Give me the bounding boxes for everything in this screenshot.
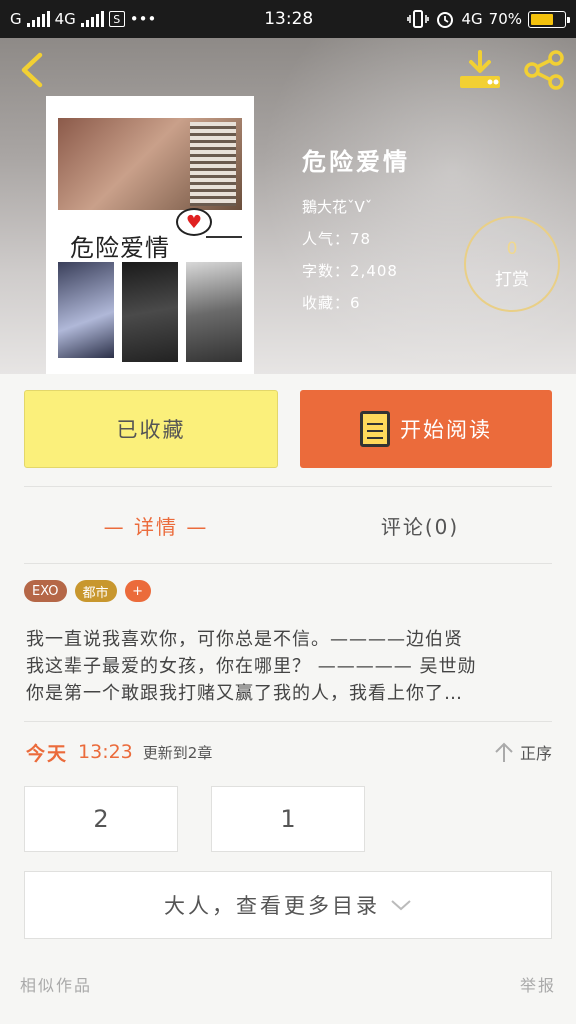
tab-details[interactable]: — 详情 — xyxy=(24,488,288,562)
description-line: 我这辈子最爱的女孩，你在哪里？ ————— 吴世勋 xyxy=(26,656,477,677)
start-reading-button[interactable]: 开始阅读 xyxy=(300,390,552,468)
chapter-button[interactable]: 1 xyxy=(211,786,365,852)
book-title: 危险爱情 xyxy=(302,148,410,176)
popularity-row: 人气：78 xyxy=(302,223,410,255)
network-label: 4G xyxy=(54,10,76,28)
divider xyxy=(24,721,552,722)
popularity-value: 78 xyxy=(350,230,372,248)
tab-bar: — 详情 — 评论(0) xyxy=(24,488,552,562)
sort-label: 正序 xyxy=(519,744,552,763)
chevron-left-icon xyxy=(21,52,43,88)
start-reading-label: 开始阅读 xyxy=(400,418,492,442)
word-count-row: 字数：2,408 xyxy=(302,255,410,287)
download-button[interactable] xyxy=(458,50,502,90)
more-notifications-icon: ••• xyxy=(129,10,157,28)
tip-count: 0 xyxy=(506,238,518,259)
description-line: 你是第一个敢跟我打赌又赢了我的人，我看上你了… xyxy=(26,683,463,704)
favorites-row: 收藏：6 xyxy=(302,287,410,319)
status-right: 4G 70% xyxy=(407,9,570,29)
chevron-down-icon xyxy=(391,900,411,911)
tag-list: EXO 都市 + xyxy=(24,580,151,602)
battery-icon xyxy=(528,10,570,28)
battery-fill xyxy=(531,13,554,25)
cover-photo-1 xyxy=(58,262,114,358)
share-icon xyxy=(524,50,564,90)
vibrate-icon xyxy=(407,10,430,28)
book-header: ♥ 危险爱情 危险爱情 鵝大花ˇVˇ 人气：78 字数：2,408 收藏：6 0… xyxy=(0,38,576,374)
update-day: 今天 xyxy=(26,742,69,765)
add-tag-button[interactable]: + xyxy=(124,580,151,602)
report-button[interactable]: 举报 xyxy=(520,972,556,996)
tip-label: 打赏 xyxy=(495,269,529,290)
download-icon xyxy=(460,50,500,88)
tip-button[interactable]: 0 打赏 xyxy=(464,216,560,312)
share-button[interactable] xyxy=(522,50,566,90)
signal-icon-2 xyxy=(80,10,104,27)
book-icon xyxy=(360,411,390,447)
cover-photo xyxy=(58,118,242,210)
favorited-button[interactable]: 已收藏 xyxy=(24,390,278,468)
update-row: 今天 13:23 更新到2章 正序 xyxy=(26,736,552,768)
update-time: 13:23 xyxy=(78,741,133,763)
signal-icon xyxy=(26,10,50,27)
update-text: 更新到2章 xyxy=(142,743,213,762)
back-button[interactable] xyxy=(14,52,50,88)
book-cover[interactable]: ♥ 危险爱情 xyxy=(46,96,254,374)
favorites-label: 收藏： xyxy=(302,294,351,312)
arrow-up-icon xyxy=(495,742,513,762)
popularity-label: 人气： xyxy=(302,230,351,248)
more-chapters-label: 大人，查看更多目录 xyxy=(164,894,380,918)
status-bar: G 4G S ••• 13:28 4G 70% xyxy=(0,0,576,38)
status-time: 13:28 xyxy=(264,9,314,29)
tag-city[interactable]: 都市 xyxy=(74,580,117,602)
cover-title: 危险爱情 xyxy=(70,234,170,262)
words-value: 2,408 xyxy=(350,262,398,280)
favorites-value: 6 xyxy=(350,294,361,312)
heart-icon: ♥ xyxy=(176,208,212,236)
more-chapters-button[interactable]: 大人，查看更多目录 xyxy=(24,871,552,939)
favorited-label: 已收藏 xyxy=(116,418,186,442)
book-author[interactable]: 鵝大花ˇVˇ xyxy=(302,191,410,223)
carrier-label: G xyxy=(10,10,22,28)
chapter-button[interactable]: 2 xyxy=(24,786,178,852)
cover-photo-3 xyxy=(186,262,242,362)
s-notification-icon: S xyxy=(108,11,125,27)
tab-comments[interactable]: 评论(0) xyxy=(288,488,552,562)
network-label-2: 4G xyxy=(461,10,483,28)
cover-photo-2 xyxy=(122,262,178,362)
battery-percent: 70% xyxy=(488,10,522,28)
description-line: 我一直说我喜欢你，可你总是不信。————边伯贤 xyxy=(26,629,463,650)
divider xyxy=(24,563,552,564)
book-info: 危险爱情 鵝大花ˇVˇ 人气：78 字数：2,408 收藏：6 xyxy=(302,142,410,319)
divider xyxy=(24,486,552,487)
similar-works-label[interactable]: 相似作品 xyxy=(20,972,92,996)
words-label: 字数： xyxy=(302,262,351,280)
tag-exo[interactable]: EXO xyxy=(24,580,67,602)
book-description[interactable]: 我一直说我喜欢你，可你总是不信。————边伯贤 我这辈子最爱的女孩，你在哪里？ … xyxy=(26,626,552,707)
alarm-icon xyxy=(437,12,454,28)
sort-button[interactable]: 正序 xyxy=(494,740,552,764)
